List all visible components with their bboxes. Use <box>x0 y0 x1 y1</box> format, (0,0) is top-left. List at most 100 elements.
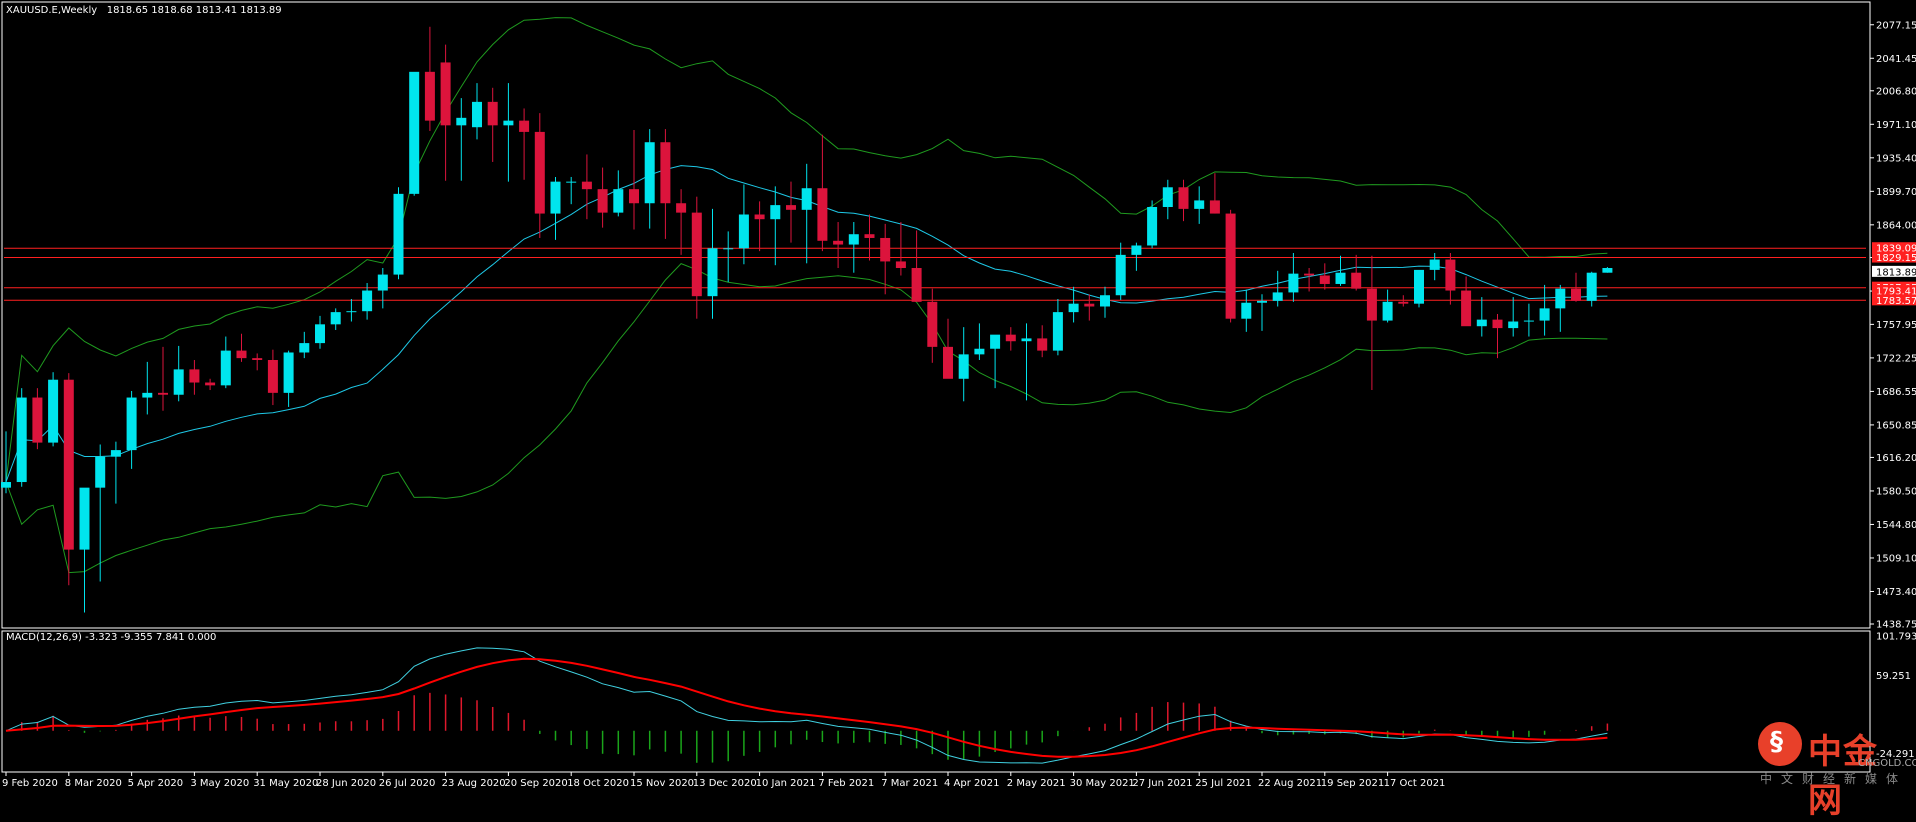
candle-body <box>629 189 639 204</box>
x-tick-label: 23 Aug 2020 <box>442 778 506 789</box>
candle-body <box>32 397 43 443</box>
candle-body <box>644 142 655 204</box>
y-tick-label: 1616.20 <box>1876 453 1916 464</box>
candle-body <box>1257 300 1267 303</box>
logo-mark-icon: § <box>1758 722 1802 766</box>
x-tick-label: 10 Jan 2021 <box>756 778 816 789</box>
x-tick-label: 8 Mar 2020 <box>65 778 122 789</box>
current-price-label: 1813.89 <box>1876 267 1916 278</box>
candle-body <box>1445 259 1456 291</box>
candle-body <box>754 214 765 220</box>
symbol-label: XAUUSD.E,Weekly <box>6 5 98 16</box>
y-tick-label: 1544.80 <box>1876 520 1916 531</box>
candle-body <box>1162 187 1173 207</box>
candle-body <box>1476 319 1487 327</box>
x-tick-label: 26 Jul 2020 <box>379 778 436 789</box>
candle-body <box>1461 290 1472 327</box>
candle-body <box>1115 254 1126 296</box>
candle-body <box>1037 338 1048 351</box>
candle-body <box>566 181 577 183</box>
x-tick-label: 2 May 2021 <box>1007 778 1066 789</box>
candle-body <box>440 62 451 126</box>
candle-body <box>79 487 90 550</box>
candle-body <box>738 214 749 249</box>
candle-body <box>1319 275 1330 284</box>
candle-body <box>1335 272 1346 284</box>
candle-body <box>1586 272 1597 301</box>
x-tick-label: 30 May 2021 <box>1070 778 1135 789</box>
candle-body <box>283 352 294 393</box>
candle-body <box>817 188 828 241</box>
x-tick-label: 13 Dec 2020 <box>693 778 757 789</box>
candle-body <box>503 120 514 126</box>
candle-body <box>220 350 231 386</box>
y-tick-label: 1935.40 <box>1876 153 1916 164</box>
candle-body <box>252 358 263 360</box>
candle-body <box>1005 334 1016 342</box>
candle-body <box>786 205 796 210</box>
candle-body <box>1555 288 1566 309</box>
candle-body <box>1523 320 1534 322</box>
candle-body <box>927 301 938 347</box>
y-tick-label: 1650.85 <box>1876 420 1916 431</box>
x-tick-label: 3 May 2020 <box>190 778 249 789</box>
x-tick-label: 27 Jun 2021 <box>1132 778 1192 789</box>
candle-body <box>943 346 953 379</box>
candle-body <box>456 117 467 126</box>
x-tick-label: 5 Apr 2020 <box>128 778 183 789</box>
candle-body <box>1571 288 1581 301</box>
candle-body <box>173 369 184 395</box>
candle-body <box>613 189 624 213</box>
candle-body <box>189 369 200 383</box>
x-tick-label: 7 Feb 2021 <box>818 778 874 789</box>
candle-body <box>958 354 969 379</box>
y-tick-label: 1438.75 <box>1876 620 1916 631</box>
candle-body <box>550 181 561 214</box>
candle-body <box>1366 288 1377 321</box>
x-tick-label: 19 Sep 2021 <box>1321 778 1384 789</box>
candle-body <box>1508 321 1519 329</box>
candle-body <box>409 71 420 194</box>
price-flag-label: 1829.15 <box>1876 253 1916 264</box>
y-tick-label: 2077.15 <box>1876 20 1916 31</box>
candle-body <box>48 379 59 443</box>
candle-body <box>158 392 168 395</box>
cngold-logo: § 中金网 CNGOLD.COM.CN 中文财经新媒体 <box>1758 720 1916 821</box>
candle-body <box>1492 319 1503 329</box>
candle-body <box>534 131 545 214</box>
candle-body <box>267 360 278 393</box>
candle-body <box>1351 272 1362 289</box>
candle-body <box>205 382 216 386</box>
candle-body <box>330 312 341 325</box>
x-tick-label: 7 Mar 2021 <box>881 778 938 789</box>
candle-body <box>707 248 718 297</box>
y-tick-label: 1722.25 <box>1876 353 1916 364</box>
candle-body <box>895 261 906 269</box>
candle-body <box>63 379 74 550</box>
candle-body <box>377 274 388 291</box>
price-flag-label: 1783.57 <box>1876 296 1916 307</box>
candle-body <box>1241 302 1252 319</box>
candle-body <box>1194 200 1205 209</box>
candle-body <box>676 203 687 213</box>
y-tick-label: 1509.10 <box>1876 553 1916 564</box>
candle-body <box>16 397 27 483</box>
y-tick-label: 1899.70 <box>1876 187 1916 198</box>
chart-header: XAUUSD.E,Weekly 1818.65 1818.68 1813.41 … <box>6 5 282 16</box>
candle-body <box>1178 187 1189 209</box>
candle-body <box>142 392 153 398</box>
candle-body <box>691 212 702 297</box>
y-tick-label: 1864.00 <box>1876 220 1916 231</box>
candle-body <box>1304 273 1315 276</box>
candle-body <box>1382 301 1393 321</box>
x-tick-label: 4 Apr 2021 <box>944 778 999 789</box>
candle-body <box>1209 200 1220 214</box>
candle-body <box>519 120 530 132</box>
x-tick-label: 31 May 2020 <box>253 778 318 789</box>
candle-body <box>1147 206 1158 246</box>
candle-body <box>1539 308 1550 321</box>
y-tick-label: 1757.95 <box>1876 320 1916 331</box>
candle-body <box>393 193 404 275</box>
candle-body <box>1398 301 1409 304</box>
candle-body <box>911 268 922 302</box>
